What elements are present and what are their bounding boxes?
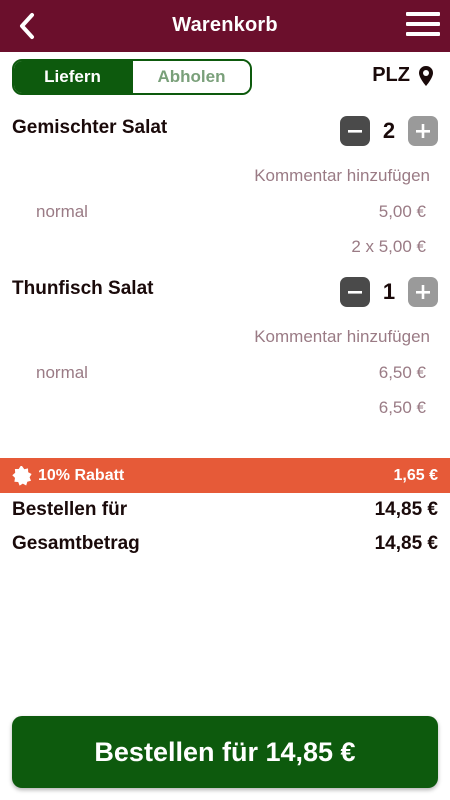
decrease-quantity-button[interactable] — [340, 277, 370, 307]
quantity-stepper: 2 — [340, 116, 438, 146]
hamburger-menu-icon — [406, 12, 440, 36]
add-comment-link[interactable]: Kommentar hinzufügen — [254, 166, 430, 186]
discount-label: 10% Rabatt — [38, 466, 125, 484]
item-variant: normal — [36, 363, 88, 382]
delivery-mode-toggle: Liefern Abholen — [12, 59, 252, 95]
item-line-total: 2 x 5,00 € — [351, 237, 426, 256]
plus-icon — [416, 124, 430, 138]
item-line-total: 6,50 € — [378, 398, 426, 417]
increase-quantity-button[interactable] — [408, 277, 438, 307]
item-unit-price: 5,00 € — [378, 202, 426, 221]
page-title: Warenkorb — [172, 14, 278, 36]
quantity-value: 2 — [382, 118, 396, 143]
minus-icon — [348, 130, 362, 133]
total-value: 14,85 € — [374, 533, 438, 554]
order-for-label: Bestellen für — [12, 499, 128, 520]
cart-item-name: Gemischter Salat — [12, 117, 168, 138]
discount-banner: 10% Rabatt 1,65 € — [0, 458, 450, 493]
add-comment-link[interactable]: Kommentar hinzufügen — [254, 327, 430, 347]
menu-button[interactable] — [406, 12, 440, 40]
order-for-row: Bestellen für 14,85 € — [12, 499, 438, 521]
place-order-button[interactable]: Bestellen für 14,85 € — [12, 716, 438, 788]
item-unit-price: 6,50 € — [378, 363, 426, 382]
tab-deliver[interactable]: Liefern — [14, 61, 131, 93]
tab-pickup[interactable]: Abholen — [131, 61, 250, 93]
increase-quantity-button[interactable] — [408, 116, 438, 146]
cart-item-name: Thunfisch Salat — [12, 278, 154, 299]
item-variant: normal — [36, 202, 88, 221]
postal-code-selector[interactable]: PLZ — [372, 64, 434, 87]
quantity-stepper: 1 — [340, 277, 438, 307]
decrease-quantity-button[interactable] — [340, 116, 370, 146]
badge-icon — [12, 465, 32, 486]
postal-code-label: PLZ — [372, 64, 410, 86]
minus-icon — [348, 291, 362, 294]
total-row: Gesamtbetrag 14,85 € — [12, 533, 438, 555]
map-pin-icon — [419, 65, 433, 86]
order-for-value: 14,85 € — [374, 499, 438, 520]
app-header: Warenkorb — [0, 0, 450, 52]
discount-amount: 1,65 € — [393, 466, 438, 484]
plus-icon — [416, 285, 430, 299]
total-label: Gesamtbetrag — [12, 533, 140, 554]
quantity-value: 1 — [382, 279, 396, 304]
